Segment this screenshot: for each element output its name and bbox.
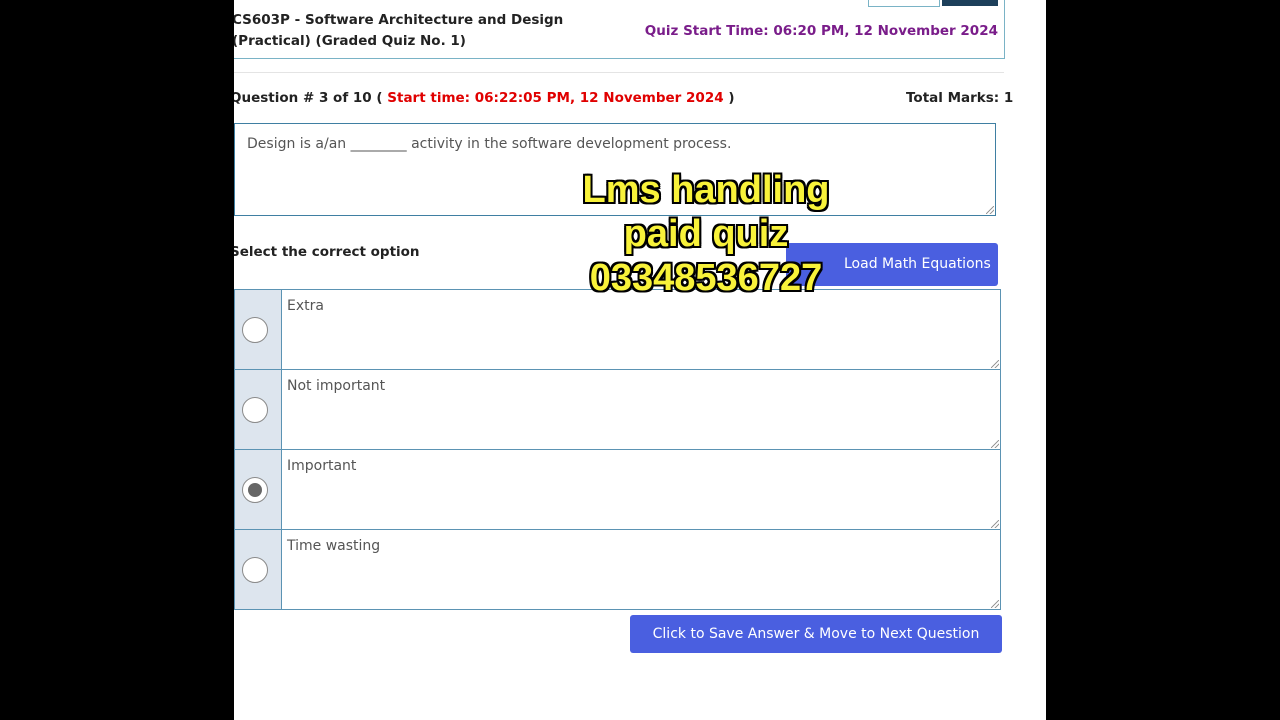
top-button-outline[interactable] (868, 0, 940, 7)
option-radio-button[interactable] (242, 556, 268, 583)
total-marks: Total Marks: 1 (906, 90, 1014, 106)
top-button-dark[interactable] (942, 0, 998, 6)
course-title-line2: (Practical) (Graded Quiz No. 1) (234, 33, 466, 49)
header-divider (234, 72, 1004, 73)
option-radio-button[interactable] (242, 316, 268, 343)
question-start-time: Start time: 06:22:05 PM, 12 November 202… (387, 90, 724, 106)
promo-overlay-text: Lms handling paid quiz 03348536727 (566, 168, 846, 300)
overlay-line2: paid quiz (623, 213, 789, 255)
select-option-label: Select the correct option (234, 244, 420, 260)
resize-grip-icon[interactable] (991, 360, 999, 368)
option-radio-cell (235, 450, 282, 529)
question-text: Design is a/an ________ activity in the … (247, 136, 732, 152)
resize-grip-icon[interactable] (991, 520, 999, 528)
option-radio-button[interactable] (242, 396, 268, 423)
option-text: Not important (287, 378, 386, 394)
quiz-start-time: Quiz Start Time: 06:20 PM, 12 November 2… (644, 23, 998, 39)
question-number: Question # 3 of 10 ( (234, 90, 383, 106)
option-radio-cell (235, 370, 282, 449)
option-text: Important (287, 458, 357, 474)
option-row[interactable]: Not important (234, 370, 1001, 450)
option-radio-cell (235, 290, 282, 369)
options-list: Extra Not important Important Time wasting (234, 289, 1001, 610)
resize-grip-icon[interactable] (991, 600, 999, 608)
option-text: Time wasting (287, 538, 381, 554)
option-radio-button[interactable] (242, 476, 268, 503)
course-title-line1: CS603P - Software Architecture and Desig… (234, 12, 564, 28)
overlay-line3: 03348536727 (589, 257, 823, 299)
option-row[interactable]: Extra (234, 289, 1001, 370)
resize-grip-icon[interactable] (991, 440, 999, 448)
resize-grip-icon[interactable] (986, 206, 994, 214)
option-radio-cell (235, 530, 282, 609)
option-row[interactable]: Time wasting (234, 530, 1001, 610)
quiz-page: CS603P - Software Architecture and Desig… (234, 0, 1046, 720)
course-title: CS603P - Software Architecture and Desig… (234, 10, 572, 52)
option-row[interactable]: Important (234, 450, 1001, 530)
overlay-line1: Lms handling (582, 169, 830, 211)
save-and-next-button[interactable]: Click to Save Answer & Move to Next Ques… (630, 615, 1002, 653)
option-text: Extra (287, 298, 324, 314)
question-number-line: Question # 3 of 10 ( Start time: 06:22:0… (234, 90, 735, 106)
question-close-paren: ) (728, 90, 735, 106)
